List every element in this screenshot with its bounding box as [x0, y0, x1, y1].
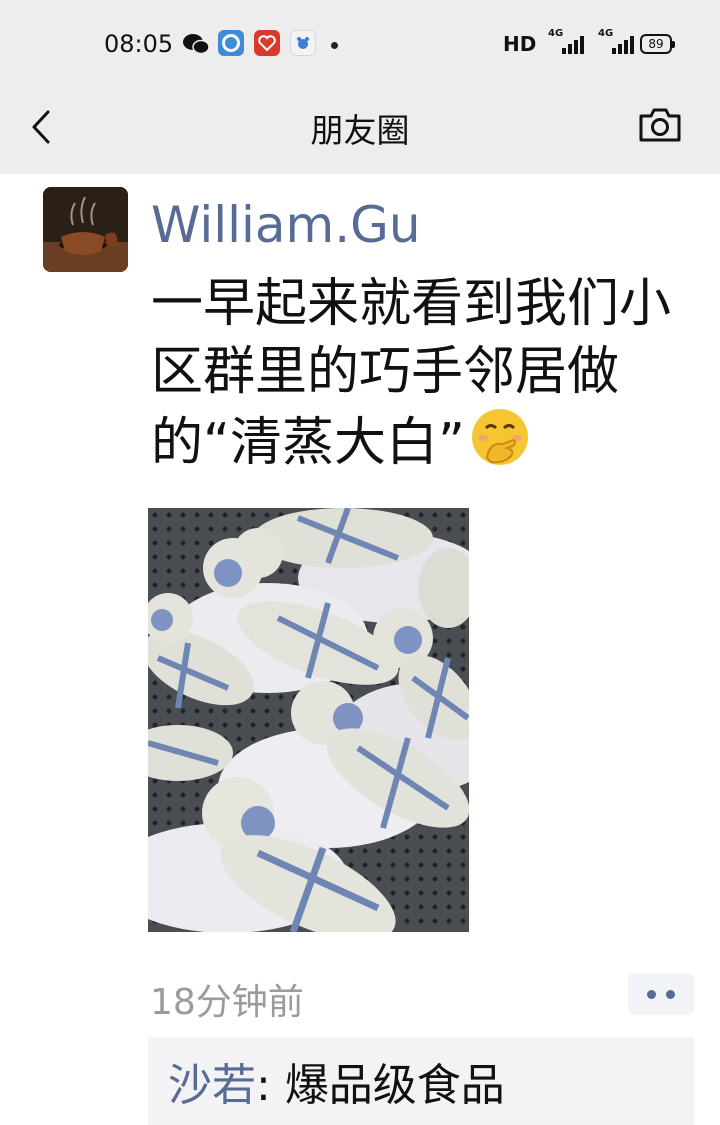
wechat-icon — [182, 30, 210, 58]
dot-icon — [331, 42, 338, 49]
more-actions-button[interactable] — [628, 973, 694, 1015]
avatar[interactable] — [43, 187, 128, 272]
signal-label: 4G — [598, 28, 614, 39]
status-time: 08:05 — [104, 30, 174, 58]
comment-text: 爆品级食品 — [284, 1060, 505, 1111]
app-icon — [254, 30, 280, 56]
post-photo[interactable] — [148, 508, 469, 932]
dot-icon — [647, 989, 656, 999]
post-text: 一早起来就看到我们小区群里的巧手邻居做的“清蒸大白” — [151, 270, 691, 477]
nav-bar: 朋友圈 — [0, 90, 720, 174]
comment-separator: : — [256, 1060, 285, 1111]
comment-item[interactable]: 沙若: 爆品级食品 — [168, 1049, 505, 1113]
camera-icon[interactable] — [637, 105, 683, 145]
app-icon — [290, 30, 316, 56]
page-title: 朋友圈 — [310, 111, 410, 150]
commenter-name[interactable]: 沙若 — [168, 1060, 256, 1111]
face-with-hand-over-mouth-emoji-icon — [469, 406, 531, 468]
signal-label: 4G — [548, 28, 564, 39]
post-timestamp: 18分钟前 — [150, 982, 304, 1023]
post-text-body: 一早起来就看到我们小区群里的巧手邻居做的“清蒸大白” — [151, 274, 672, 473]
app-icon — [218, 30, 244, 56]
dot-icon — [666, 989, 675, 999]
battery-icon: 89 — [640, 34, 675, 54]
signal-icon: 4G — [598, 28, 634, 54]
signal-icon: 4G — [548, 28, 584, 54]
author-name[interactable]: William.Gu — [151, 196, 421, 254]
hd-label: HD — [503, 32, 537, 56]
status-bar: 08:05 HD 4G 4G 89 — [0, 0, 720, 90]
comments-section: 沙若: 爆品级食品 — [148, 1037, 694, 1125]
